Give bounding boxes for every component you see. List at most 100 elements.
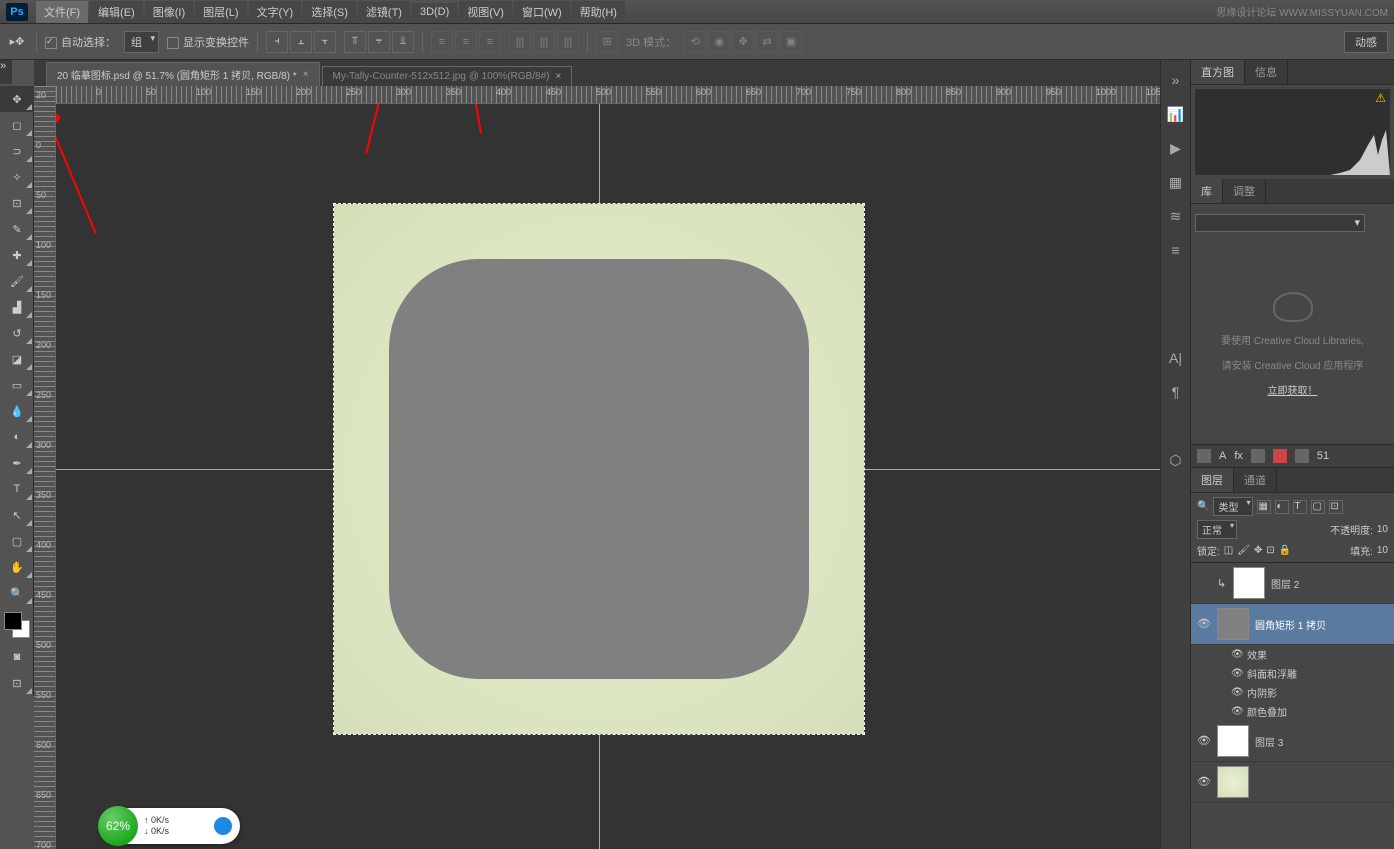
mini-icon[interactable] (1251, 449, 1265, 463)
layer-item[interactable]: ↳ 图层 2 (1191, 563, 1394, 604)
visibility-toggle[interactable]: 👁 (1197, 617, 1211, 631)
layer-item[interactable]: 👁 图层 3 (1191, 721, 1394, 762)
close-tab-icon[interactable]: × (555, 71, 561, 82)
menu-layer[interactable]: 图层(L) (195, 1, 246, 23)
lock-position-icon[interactable]: ✥ (1254, 545, 1262, 556)
align-left-edges-icon[interactable]: ⫞ (266, 31, 288, 53)
layer-fx-item[interactable]: 👁斜面和浮雕 (1191, 664, 1394, 683)
document-tab-1[interactable]: 20 临摹图标.psd @ 51.7% (圆角矩形 1 拷贝, RGB/8) *… (46, 62, 320, 86)
auto-select-checkbox[interactable]: 自动选择： (45, 34, 116, 50)
gradient-tool[interactable]: ▭ (0, 372, 34, 398)
type-tool[interactable]: T (0, 476, 34, 502)
align-top-icon[interactable]: ⫪ (344, 31, 366, 53)
dodge-tool[interactable]: ◐ (0, 424, 34, 450)
fx-visibility[interactable]: 👁 (1231, 649, 1243, 660)
healing-tool[interactable]: ✚ (0, 242, 34, 268)
vertical-ruler[interactable]: 2005010015020025030035040045050055060065… (34, 86, 56, 849)
expand-icon[interactable]: » (1166, 70, 1186, 90)
magic-wand-tool[interactable]: ✧ (0, 164, 34, 190)
screenmode-tool[interactable]: ⊡ (0, 670, 34, 696)
menu-edit[interactable]: 编辑(E) (90, 1, 143, 23)
visibility-toggle[interactable] (1197, 576, 1211, 590)
align-horiz-center-icon[interactable]: ⫠ (290, 31, 312, 53)
get-now-link[interactable]: 立即获取！ (1268, 382, 1318, 397)
histogram-tab[interactable]: 直方图 (1191, 60, 1245, 84)
marquee-tool[interactable]: ◻ (0, 112, 34, 138)
menu-file[interactable]: 文件(F) (36, 1, 88, 23)
library-dropdown[interactable] (1195, 214, 1365, 232)
lock-image-icon[interactable]: 🖌 (1237, 545, 1250, 556)
zoom-tool[interactable]: 🔍 (0, 580, 34, 606)
lock-all-icon[interactable]: 🔒 (1279, 545, 1291, 556)
crop-tool[interactable]: ⊡ (0, 190, 34, 216)
blur-tool[interactable]: 💧 (0, 398, 34, 424)
histogram-warning-icon[interactable]: ⚠ (1375, 91, 1386, 105)
mini-fx-icon[interactable]: fx (1234, 450, 1243, 462)
styles-icon[interactable]: ≋ (1166, 206, 1186, 226)
menu-image[interactable]: 图像(I) (145, 1, 193, 23)
hand-tool[interactable]: ✋ (0, 554, 34, 580)
layer-thumb[interactable] (1233, 567, 1265, 599)
browser-icon[interactable] (214, 817, 232, 835)
align-right-edges-icon[interactable]: ⫟ (314, 31, 336, 53)
network-speed-widget[interactable]: 62% ↑ 0K/s ↓ 0K/s (100, 808, 240, 844)
history-brush-tool[interactable]: ↺ (0, 320, 34, 346)
stamp-tool[interactable]: ▟ (0, 294, 34, 320)
layer-fx-item[interactable]: 👁内阴影 (1191, 683, 1394, 702)
adjustments-tab[interactable]: 调整 (1223, 179, 1266, 203)
filter-adjust-icon[interactable]: ◐ (1275, 500, 1289, 514)
blend-mode-dropdown[interactable]: 正常 (1197, 520, 1237, 539)
filter-kind-dropdown[interactable]: 类型 (1213, 497, 1253, 516)
menu-select[interactable]: 选择(S) (303, 1, 356, 23)
pen-tool[interactable]: ✒ (0, 450, 34, 476)
layer-item[interactable]: 👁 (1191, 762, 1394, 803)
menu-window[interactable]: 窗口(W) (514, 1, 570, 23)
layer-thumb[interactable] (1217, 766, 1249, 798)
filter-smart-icon[interactable]: ⊡ (1329, 500, 1343, 514)
layer-item[interactable]: 👁 圆角矩形 1 拷贝 (1191, 604, 1394, 645)
layer-fx-item[interactable]: 👁颜色叠加 (1191, 702, 1394, 721)
quickmask-tool[interactable]: ◙ (0, 644, 34, 670)
fill-value[interactable]: 10 (1377, 545, 1388, 556)
toolbox-grip[interactable]: » (0, 60, 12, 84)
filter-shape-icon[interactable]: ▢ (1311, 500, 1325, 514)
layer-name[interactable]: 圆角矩形 1 拷贝 (1255, 617, 1326, 632)
info-tab[interactable]: 信息 (1245, 60, 1288, 84)
layer-thumb[interactable] (1217, 608, 1249, 640)
align-bottom-icon[interactable]: ⫫ (392, 31, 414, 53)
move-tool[interactable]: ✥ (0, 86, 34, 112)
document-tab-2[interactable]: My-Tally-Counter-512x512.jpg @ 100%(RGB/… (322, 66, 573, 86)
layers-tab[interactable]: 图层 (1191, 468, 1234, 492)
color-swatches[interactable] (2, 610, 32, 640)
close-tab-icon[interactable]: × (303, 69, 309, 80)
adjustments-icon[interactable]: ≡ (1166, 240, 1186, 260)
paragraph-icon[interactable]: ¶ (1166, 382, 1186, 402)
shape-tool[interactable]: ▢ (0, 528, 34, 554)
lasso-tool[interactable]: ⊃ (0, 138, 34, 164)
library-tab[interactable]: 库 (1191, 179, 1223, 203)
mini-icon[interactable] (1295, 449, 1309, 463)
canvas-area[interactable] (56, 104, 1160, 849)
filter-pixel-icon[interactable]: ▦ (1257, 500, 1271, 514)
eraser-tool[interactable]: ◪ (0, 346, 34, 372)
foreground-color[interactable] (4, 612, 22, 630)
horizontal-ruler[interactable]: 2005010015020025030035040045050055060065… (56, 86, 1160, 104)
mini-a-icon[interactable]: A (1219, 450, 1226, 462)
align-vert-center-icon[interactable]: ⫧ (368, 31, 390, 53)
visibility-toggle[interactable]: 👁 (1197, 734, 1211, 748)
opacity-value[interactable]: 10 (1377, 524, 1388, 535)
menu-filter[interactable]: 滤镜(T) (358, 1, 410, 23)
menu-3d[interactable]: 3D(D) (412, 3, 457, 21)
mini-51-icon[interactable]: 51 (1317, 450, 1329, 462)
path-select-tool[interactable]: ↖ (0, 502, 34, 528)
mini-icon[interactable] (1197, 449, 1211, 463)
workspace-button[interactable]: 动感 (1344, 31, 1388, 53)
layer-thumb[interactable] (1217, 725, 1249, 757)
brush-tool[interactable]: 🖌 (0, 268, 34, 294)
visibility-toggle[interactable]: 👁 (1197, 775, 1211, 789)
menu-type[interactable]: 文字(Y) (249, 1, 302, 23)
show-transform-checkbox[interactable]: 显示变换控件 (167, 34, 249, 50)
mini-red-icon[interactable] (1273, 449, 1287, 463)
navigator-icon[interactable]: ▶ (1166, 138, 1186, 158)
eyedropper-tool[interactable]: ✎ (0, 216, 34, 242)
